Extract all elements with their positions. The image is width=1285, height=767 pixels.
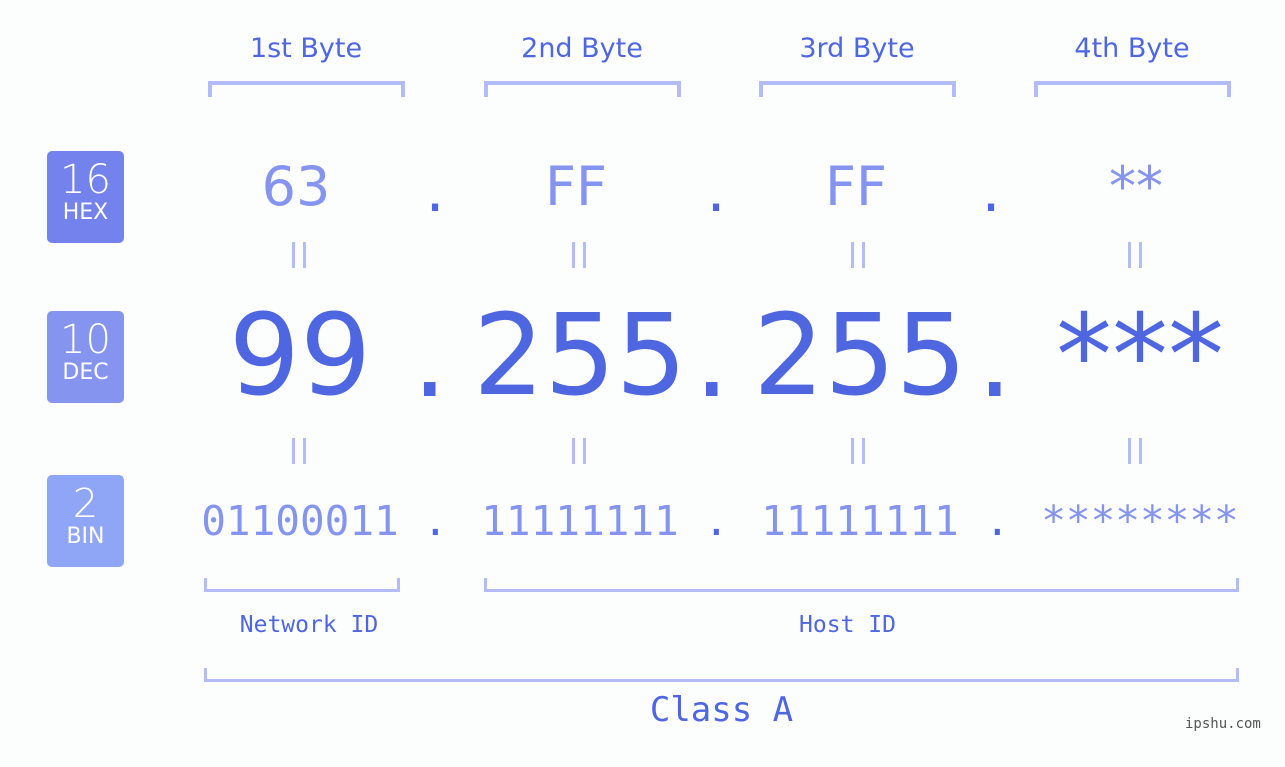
hex-badge: 16 HEX: [47, 151, 124, 243]
equals-icon: [280, 434, 320, 475]
host-id-label: Host ID: [799, 612, 896, 638]
equals-icon: [560, 238, 600, 279]
dec-value-3: 255: [753, 291, 967, 421]
byte-bracket-4: [1034, 81, 1231, 97]
equals-icon: [839, 238, 879, 279]
watermark: ipshu.com: [1185, 716, 1261, 732]
dec-value-4: ***: [1056, 291, 1224, 421]
bin-badge: 2 BIN: [47, 475, 124, 567]
bin-value-4: ********: [1041, 497, 1239, 545]
hex-value-3: FF: [824, 155, 888, 218]
bin-separator-1: .: [423, 497, 448, 545]
equals-icon: [280, 238, 320, 279]
byte-bracket-1: [208, 81, 405, 97]
hex-value-2: FF: [544, 155, 608, 218]
hex-badge-label: HEX: [62, 200, 109, 225]
class-label: Class A: [649, 690, 794, 730]
byte-header-3: 3rd Byte: [799, 33, 915, 64]
hex-value-1: 63: [261, 155, 331, 218]
dec-separator-3: .: [977, 293, 1013, 423]
equals-icon: [1116, 238, 1156, 279]
byte-header-1: 1st Byte: [249, 33, 363, 64]
dec-value-2: 255: [473, 291, 687, 421]
network-id-label: Network ID: [239, 612, 379, 638]
equals-icon: [1116, 434, 1156, 475]
bin-badge-number: 2: [72, 481, 99, 527]
equals-icon: [560, 434, 600, 475]
equals-icon: [839, 434, 879, 475]
bin-separator-2: .: [704, 497, 729, 545]
host-id-bracket: [484, 578, 1239, 592]
class-bracket: [204, 668, 1239, 682]
dec-badge-number: 10: [60, 317, 111, 363]
byte-bracket-2: [484, 81, 681, 97]
dec-badge: 10 DEC: [47, 311, 124, 403]
byte-bracket-3: [759, 81, 956, 97]
bin-value-2: 11111111: [481, 497, 679, 545]
dec-separator-1: .: [412, 293, 448, 423]
dec-badge-label: DEC: [62, 360, 109, 385]
byte-header-2: 2nd Byte: [521, 33, 643, 64]
hex-separator-2: .: [701, 165, 732, 223]
byte-header-4: 4th Byte: [1074, 33, 1190, 64]
hex-separator-3: .: [976, 165, 1007, 223]
dec-value-1: 99: [228, 291, 372, 421]
bin-value-1: 01100011: [201, 497, 399, 545]
dec-separator-2: .: [694, 293, 730, 423]
bin-separator-3: .: [985, 497, 1010, 545]
hex-separator-1: .: [420, 165, 451, 223]
bin-value-3: 11111111: [761, 497, 959, 545]
hex-value-4: **: [1109, 155, 1163, 218]
bin-badge-label: BIN: [66, 524, 105, 549]
hex-badge-number: 16: [60, 157, 111, 203]
network-id-bracket: [204, 578, 400, 592]
